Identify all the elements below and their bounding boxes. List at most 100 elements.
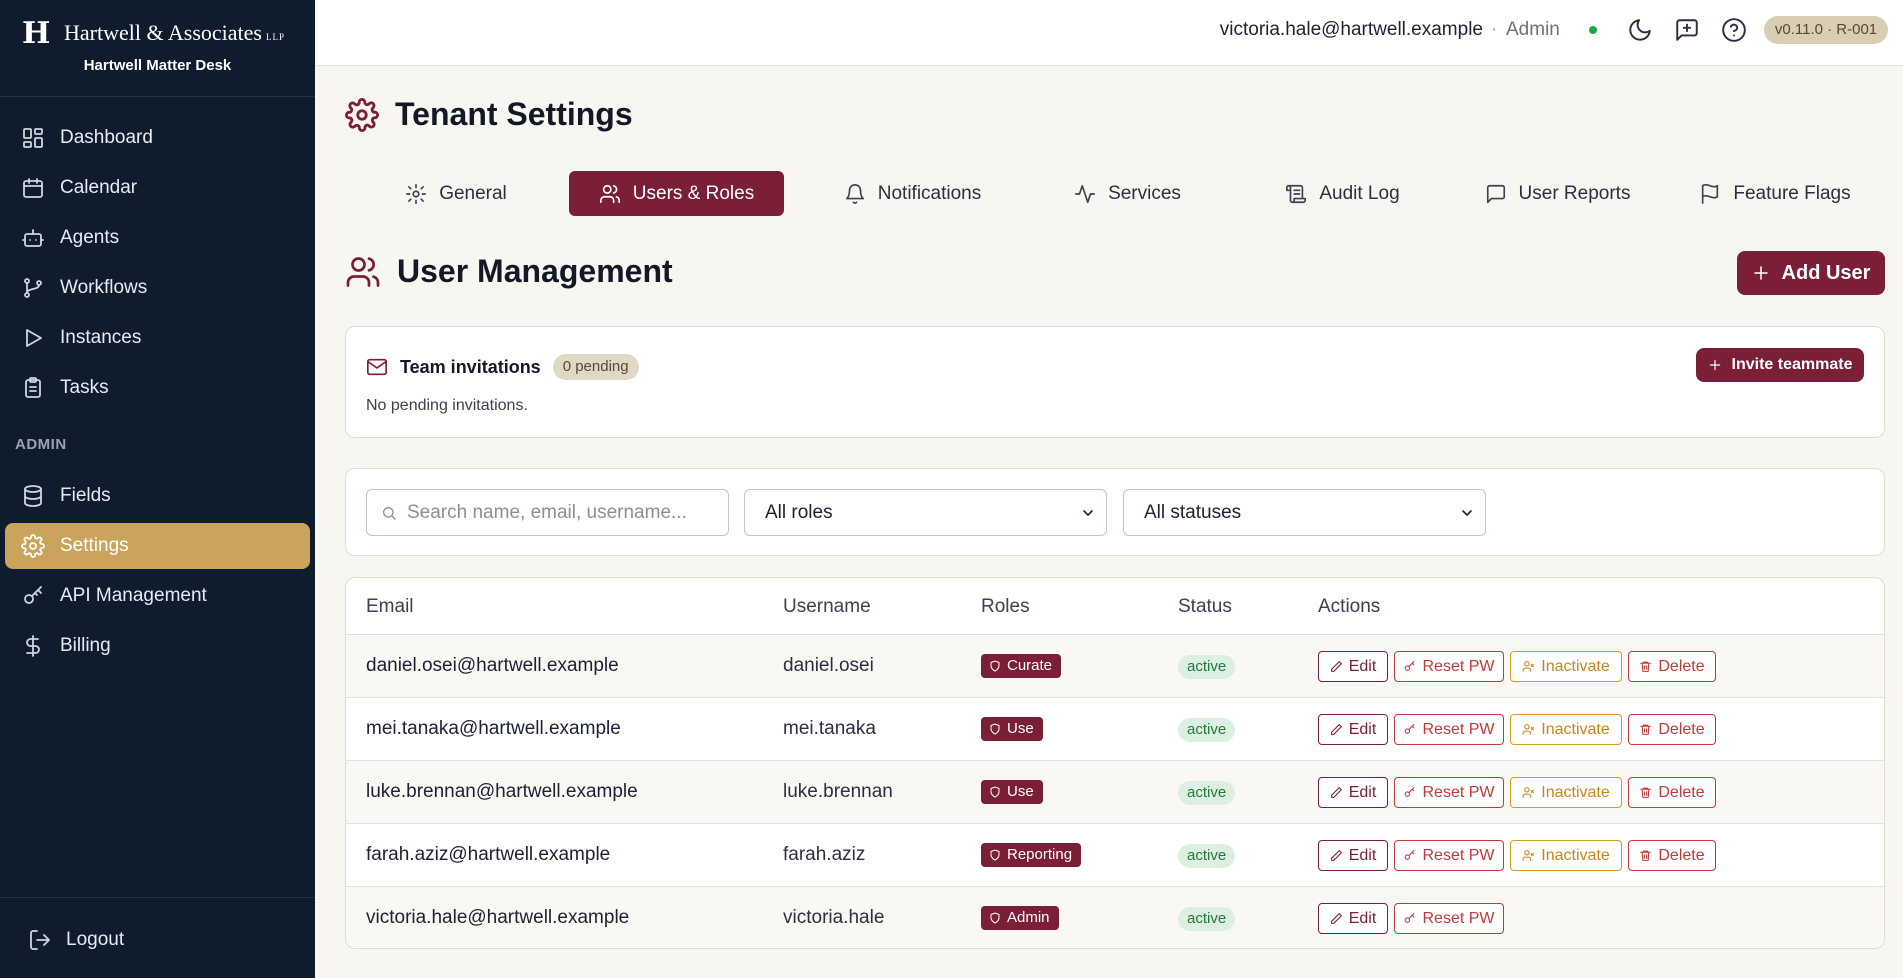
- inactivate-label: Inactivate: [1541, 720, 1610, 738]
- role-filter-select[interactable]: All roles: [744, 489, 1107, 536]
- edit-button[interactable]: Edit: [1318, 777, 1388, 808]
- status-badge: active: [1178, 718, 1236, 742]
- key-icon: [24, 586, 42, 604]
- sidebar-item-label: API Management: [60, 585, 207, 606]
- add-user-button[interactable]: Add User: [1737, 251, 1885, 295]
- tab-audit-log[interactable]: Audit Log: [1235, 171, 1450, 216]
- role-filter-value: All roles: [765, 501, 833, 523]
- reset-password-button[interactable]: Reset PW: [1394, 651, 1504, 682]
- sidebar-item-workflows[interactable]: Workflows: [5, 265, 310, 311]
- sidebar-item-label: Settings: [60, 535, 129, 556]
- plus-icon: [1709, 359, 1720, 371]
- user-username: victoria.hale: [783, 907, 885, 928]
- tab-services[interactable]: Services: [1020, 171, 1235, 216]
- tab-users-roles[interactable]: Users & Roles: [569, 171, 784, 216]
- settings-tabs: General Users & Roles Notifications Serv…: [345, 171, 1885, 216]
- role-badge: Curate: [981, 654, 1062, 678]
- clipboard-icon: [25, 377, 41, 398]
- column-header-email[interactable]: Email: [366, 596, 414, 618]
- column-header-username[interactable]: Username: [783, 596, 871, 618]
- theme-toggle-button[interactable]: [1627, 17, 1653, 43]
- search-input[interactable]: [407, 501, 717, 524]
- pending-count-badge: 0 pending: [552, 354, 639, 380]
- role-badge: Admin: [981, 906, 1059, 930]
- tab-notifications[interactable]: Notifications: [805, 171, 1020, 216]
- sidebar-item-instances[interactable]: Instances: [5, 315, 310, 361]
- key-icon: [1405, 850, 1415, 860]
- user-email: victoria.hale@hartwell.example: [366, 907, 630, 928]
- current-user-role: Admin: [1506, 19, 1560, 40]
- reset-password-button[interactable]: Reset PW: [1394, 903, 1504, 934]
- inactivate-button[interactable]: Inactivate: [1510, 714, 1622, 745]
- play-icon: [26, 329, 42, 347]
- reset-label: Reset PW: [1422, 657, 1495, 675]
- sidebar-item-label: Fields: [60, 485, 111, 506]
- tab-general[interactable]: General: [375, 171, 537, 216]
- help-button[interactable]: [1721, 17, 1747, 43]
- user-role-separator: ·: [1491, 19, 1498, 40]
- reset-password-button[interactable]: Reset PW: [1394, 714, 1504, 745]
- sidebar-item-agents[interactable]: Agents: [5, 215, 310, 261]
- delete-button[interactable]: Delete: [1628, 651, 1716, 682]
- user-management-title: User Management: [345, 253, 673, 290]
- tab-label: Feature Flags: [1733, 182, 1851, 204]
- role-badge-label: Admin: [1007, 909, 1050, 926]
- brand-name-text: Hartwell & Associates: [64, 20, 262, 45]
- bell-icon: [845, 183, 864, 204]
- delete-button[interactable]: Delete: [1628, 777, 1716, 808]
- brand-name: Hartwell & Associates LLP: [64, 20, 285, 46]
- top-bar: victoria.hale@hartwell.example · Admin v…: [315, 0, 1903, 66]
- tab-feature-flags[interactable]: Feature Flags: [1665, 171, 1885, 216]
- delete-label: Delete: [1658, 657, 1705, 675]
- status-filter-select[interactable]: All statuses: [1123, 489, 1486, 536]
- inactivate-button[interactable]: Inactivate: [1510, 651, 1622, 682]
- status-badge: active: [1178, 907, 1236, 931]
- reset-password-button[interactable]: Reset PW: [1394, 777, 1504, 808]
- inactivate-button[interactable]: Inactivate: [1510, 777, 1622, 808]
- sidebar-item-fields[interactable]: Fields: [5, 473, 310, 519]
- pencil-icon: [1330, 850, 1342, 861]
- edit-button[interactable]: Edit: [1318, 840, 1388, 871]
- pencil-icon: [1330, 913, 1342, 924]
- edit-button[interactable]: Edit: [1318, 903, 1388, 934]
- mail-icon: [367, 358, 387, 376]
- search-box[interactable]: [366, 489, 729, 536]
- shield-icon: [990, 849, 1000, 861]
- pencil-icon: [1330, 661, 1342, 672]
- feedback-button[interactable]: [1674, 17, 1700, 43]
- inactivate-label: Inactivate: [1541, 846, 1610, 864]
- trash-icon: [1640, 724, 1652, 735]
- sidebar-item-tasks[interactable]: Tasks: [5, 365, 310, 411]
- user-x-icon: [1522, 787, 1535, 798]
- brand-logo[interactable]: H: [22, 16, 50, 51]
- edit-label: Edit: [1348, 846, 1377, 864]
- role-badge: Reporting: [981, 843, 1082, 867]
- inactivate-button[interactable]: Inactivate: [1510, 840, 1622, 871]
- column-header-status[interactable]: Status: [1178, 596, 1232, 618]
- sidebar-item-calendar[interactable]: Calendar: [5, 165, 310, 211]
- sidebar-item-dashboard[interactable]: Dashboard: [5, 115, 310, 161]
- flag-icon: [1702, 183, 1719, 204]
- logout-button[interactable]: Logout: [28, 928, 124, 952]
- sidebar-item-settings[interactable]: Settings: [5, 523, 310, 569]
- user-x-icon: [1522, 661, 1535, 672]
- tab-user-reports[interactable]: User Reports: [1450, 171, 1665, 216]
- invite-teammate-button[interactable]: Invite teammate: [1696, 348, 1864, 382]
- column-header-roles[interactable]: Roles: [981, 596, 1030, 618]
- edit-button[interactable]: Edit: [1318, 651, 1388, 682]
- help-circle-icon: [1722, 18, 1746, 42]
- reset-label: Reset PW: [1422, 783, 1495, 801]
- page-title-text: Tenant Settings: [395, 96, 633, 132]
- users-table: Email Username Roles Status Actions dani…: [345, 577, 1885, 949]
- delete-label: Delete: [1658, 783, 1705, 801]
- sidebar-item-api-management[interactable]: API Management: [5, 573, 310, 619]
- key-icon: [1405, 913, 1415, 923]
- gear-icon: [21, 534, 45, 558]
- inactivate-label: Inactivate: [1541, 657, 1610, 675]
- delete-button[interactable]: Delete: [1628, 840, 1716, 871]
- sidebar-item-billing[interactable]: Billing: [5, 623, 310, 669]
- edit-button[interactable]: Edit: [1318, 714, 1388, 745]
- reset-password-button[interactable]: Reset PW: [1394, 840, 1504, 871]
- dollar-icon: [26, 635, 40, 657]
- delete-button[interactable]: Delete: [1628, 714, 1716, 745]
